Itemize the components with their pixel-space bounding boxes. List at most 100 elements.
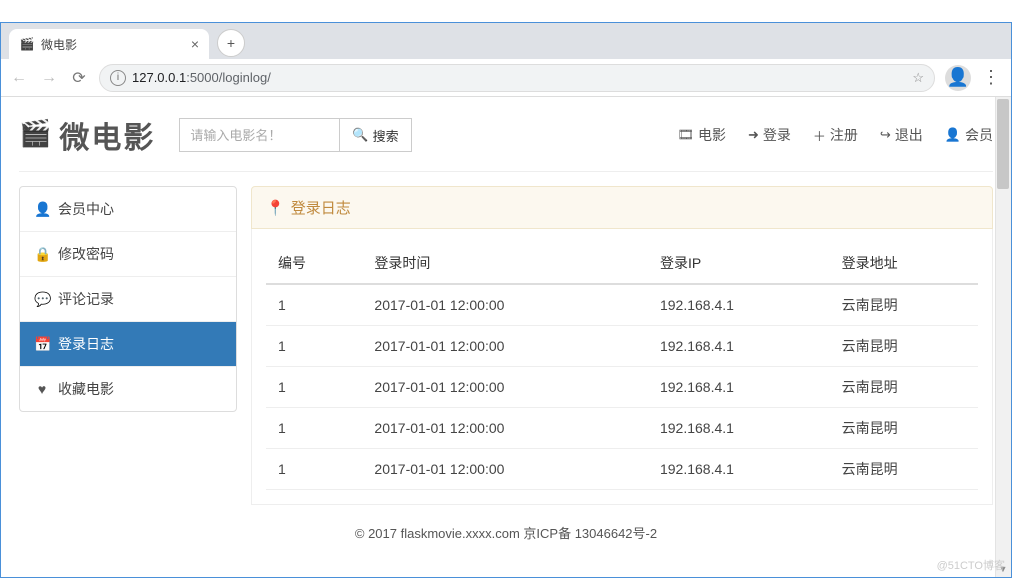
sidebar-item-login-log[interactable]: 📅 登录日志 — [20, 322, 236, 367]
nav-login[interactable]: ➜登录 — [748, 125, 791, 145]
col-id: 编号 — [266, 243, 362, 284]
panel-body: 编号 登录时间 登录IP 登录地址 12017-01-01 12:00:0019… — [251, 229, 993, 505]
tab-bar: 🎬 微电影 × + — [1, 23, 1011, 59]
content-panel: 📍 登录日志 编号 登录时间 登录IP 登录地址 — [251, 186, 993, 505]
site-info-icon[interactable]: i — [110, 70, 126, 86]
pin-icon: 📍 — [266, 199, 285, 217]
search-input[interactable] — [179, 118, 339, 152]
watermark: @51CTO博客 — [937, 557, 1005, 573]
search-button-label: 搜索 — [373, 126, 399, 145]
panel-header: 📍 登录日志 — [251, 186, 993, 229]
table-row: 12017-01-01 12:00:00192.168.4.1云南昆明 — [266, 408, 978, 449]
sidebar-item-label: 评论记录 — [58, 289, 114, 309]
heart-icon: ♥ — [34, 381, 50, 397]
cell-loc: 云南昆明 — [830, 284, 978, 326]
cell-id: 1 — [266, 326, 362, 367]
scrollbar[interactable]: ▲ ▼ — [995, 97, 1011, 577]
table-row: 12017-01-01 12:00:00192.168.4.1云南昆明 — [266, 449, 978, 490]
cell-time: 2017-01-01 12:00:00 — [362, 449, 648, 490]
nav-member-label: 会员 — [965, 125, 993, 145]
cell-loc: 云南昆明 — [830, 326, 978, 367]
nav-forward-button[interactable]: → — [39, 69, 59, 87]
cell-ip: 192.168.4.1 — [648, 367, 830, 408]
address-field[interactable]: i 127.0.0.1:5000/loginlog/ ☆ — [99, 64, 935, 92]
comment-icon: 💬 — [34, 291, 50, 308]
nav-member[interactable]: 👤会员 — [945, 125, 993, 145]
site-logo[interactable]: 🎬 微电影 — [19, 113, 155, 157]
sidebar-item-change-password[interactable]: 🔒 修改密码 — [20, 232, 236, 277]
user-icon: 👤 — [34, 201, 50, 218]
search-button[interactable]: 🔍 搜索 — [339, 118, 411, 152]
logout-icon: ↪ — [880, 127, 891, 143]
table-row: 12017-01-01 12:00:00192.168.4.1云南昆明 — [266, 367, 978, 408]
nav-logout[interactable]: ↪退出 — [880, 125, 923, 145]
film-icon: 🎞 — [677, 127, 694, 143]
cell-id: 1 — [266, 449, 362, 490]
profile-avatar-icon[interactable]: 👤 — [945, 65, 969, 91]
menu-kebab-icon[interactable]: ⋮ — [979, 67, 1003, 88]
lock-icon: 🔒 — [34, 246, 50, 263]
calendar-icon: 📅 — [34, 336, 50, 353]
nav-back-button[interactable]: ← — [9, 69, 29, 87]
cell-id: 1 — [266, 408, 362, 449]
nav-register-label: 注册 — [830, 125, 858, 145]
cell-loc: 云南昆明 — [830, 408, 978, 449]
sidebar-item-favorites[interactable]: ♥ 收藏电影 — [20, 367, 236, 411]
sidebar-item-label: 修改密码 — [58, 244, 114, 264]
tab-favicon-icon: 🎬 — [19, 36, 35, 52]
browser-window: 🎬 微电影 × + ← → ⟳ i 127.0.0.1:5000/loginlo… — [0, 22, 1012, 578]
scrollbar-thumb[interactable] — [997, 99, 1009, 189]
nav-login-label: 登录 — [763, 125, 791, 145]
nav-register[interactable]: ＋注册 — [813, 125, 858, 145]
cell-time: 2017-01-01 12:00:00 — [362, 284, 648, 326]
logo-text: 微电影 — [59, 113, 155, 157]
page-footer: © 2017 flaskmovie.xxxx.com 京ICP备 1304664… — [19, 505, 993, 552]
sidebar-item-comments[interactable]: 💬 评论记录 — [20, 277, 236, 322]
col-ip: 登录IP — [648, 243, 830, 284]
cell-ip: 192.168.4.1 — [648, 449, 830, 490]
site-header: 🎬 微电影 🔍 搜索 🎞电影 ➜登录 ＋注册 ↪退出 👤会员 — [19, 107, 993, 172]
cell-time: 2017-01-01 12:00:00 — [362, 408, 648, 449]
tab-title: 微电影 — [41, 36, 77, 53]
nav-logout-label: 退出 — [895, 125, 923, 145]
col-time: 登录时间 — [362, 243, 648, 284]
search-icon: 🔍 — [352, 127, 368, 143]
sidebar-item-label: 会员中心 — [58, 199, 114, 219]
sidebar-item-label: 登录日志 — [58, 334, 114, 354]
nav-movie[interactable]: 🎞电影 — [677, 125, 726, 145]
page-viewport: ▲ ▼ 🎬 微电影 🔍 搜索 🎞电影 — [1, 97, 1011, 577]
sidebar: 👤 会员中心 🔒 修改密码 💬 评论记录 📅 登录日志 ♥ 收藏电影 — [19, 186, 237, 412]
nav-reload-button[interactable]: ⟳ — [69, 68, 89, 88]
cell-ip: 192.168.4.1 — [648, 408, 830, 449]
panel-title: 登录日志 — [291, 197, 351, 218]
user-icon: 👤 — [945, 127, 961, 143]
search-form: 🔍 搜索 — [179, 118, 411, 152]
new-tab-button[interactable]: + — [217, 29, 245, 57]
top-nav: 🎞电影 ➜登录 ＋注册 ↪退出 👤会员 — [677, 125, 993, 145]
tab-close-button[interactable]: × — [191, 36, 199, 52]
address-bar: ← → ⟳ i 127.0.0.1:5000/loginlog/ ☆ 👤 ⋮ — [1, 59, 1011, 97]
cell-loc: 云南昆明 — [830, 449, 978, 490]
url-text: 127.0.0.1:5000/loginlog/ — [132, 70, 271, 85]
nav-movie-label: 电影 — [698, 125, 726, 145]
cell-time: 2017-01-01 12:00:00 — [362, 367, 648, 408]
login-icon: ➜ — [748, 127, 759, 143]
col-location: 登录地址 — [830, 243, 978, 284]
table-header-row: 编号 登录时间 登录IP 登录地址 — [266, 243, 978, 284]
table-row: 12017-01-01 12:00:00192.168.4.1云南昆明 — [266, 326, 978, 367]
cell-loc: 云南昆明 — [830, 367, 978, 408]
browser-tab[interactable]: 🎬 微电影 × — [9, 29, 209, 59]
cell-time: 2017-01-01 12:00:00 — [362, 326, 648, 367]
plus-icon: ＋ — [813, 126, 826, 145]
sidebar-item-member-center[interactable]: 👤 会员中心 — [20, 187, 236, 232]
cell-ip: 192.168.4.1 — [648, 326, 830, 367]
sidebar-item-label: 收藏电影 — [58, 379, 114, 399]
main-layout: 👤 会员中心 🔒 修改密码 💬 评论记录 📅 登录日志 ♥ 收藏电影 📍 登录日志 — [19, 172, 993, 505]
cell-ip: 192.168.4.1 — [648, 284, 830, 326]
cell-id: 1 — [266, 284, 362, 326]
table-row: 12017-01-01 12:00:00192.168.4.1云南昆明 — [266, 284, 978, 326]
cell-id: 1 — [266, 367, 362, 408]
clapper-icon: 🎬 — [19, 118, 53, 149]
bookmark-star-icon[interactable]: ☆ — [912, 70, 924, 86]
login-log-table: 编号 登录时间 登录IP 登录地址 12017-01-01 12:00:0019… — [266, 243, 978, 490]
